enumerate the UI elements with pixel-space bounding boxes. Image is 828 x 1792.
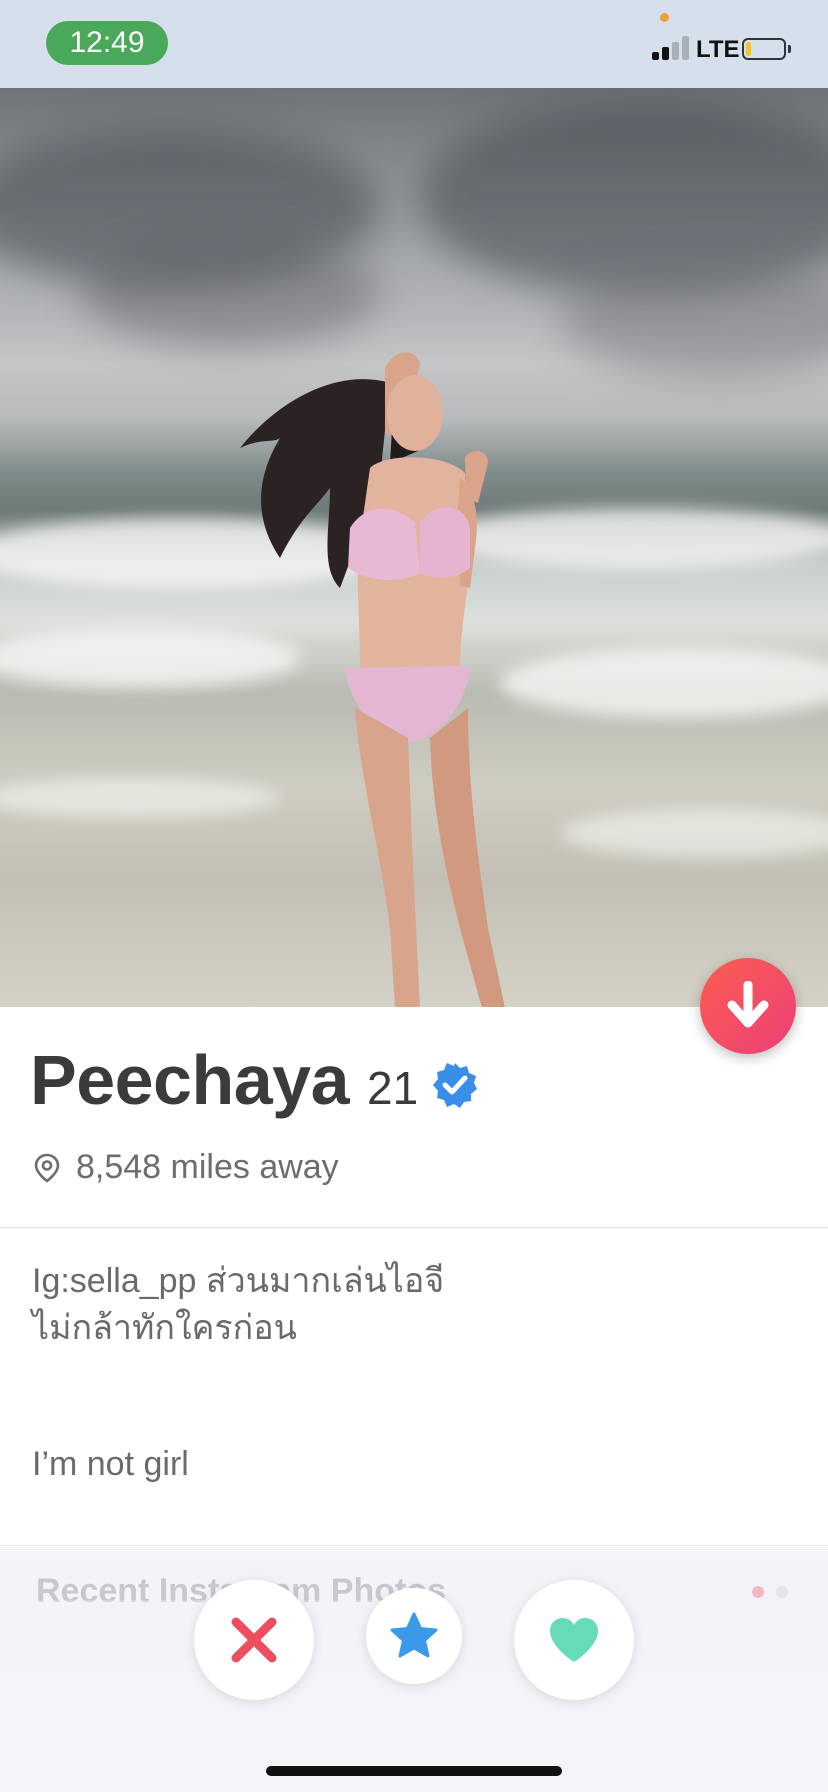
bio-text: Ig:sella_pp ส่วนมากเล่นไอจี ไม่กล้าทักใค… (32, 1258, 732, 1352)
super-like-button[interactable] (366, 1588, 462, 1684)
person-figure (240, 352, 505, 1007)
star-icon (390, 1612, 438, 1658)
bio-line: Ig:sella_pp ส่วนมากเล่นไอจี (32, 1262, 445, 1300)
arrow-down-icon (727, 981, 769, 1028)
profile-photo[interactable] (0, 88, 828, 1007)
battery-icon (742, 38, 786, 60)
like-button[interactable] (514, 1580, 634, 1700)
distance-text: 8,548 miles away (76, 1148, 339, 1186)
open-profile-button[interactable] (700, 958, 796, 1054)
divider (0, 1545, 828, 1546)
page-dot-active (752, 1586, 764, 1598)
x-icon (231, 1617, 277, 1663)
verified-badge-icon (433, 1063, 477, 1108)
nope-button[interactable] (194, 1580, 314, 1700)
privacy-indicator-dot (660, 13, 669, 22)
home-indicator[interactable] (266, 1766, 562, 1776)
location-row: 8,548 miles away (34, 1148, 339, 1187)
bio-extra-text: I’m not girl (32, 1445, 189, 1483)
battery-cap (788, 45, 791, 53)
status-bar: 12:49 LTE (0, 0, 828, 88)
clock-time: 12:49 (46, 21, 168, 65)
network-type: LTE (696, 36, 740, 63)
location-pin-icon (34, 1153, 60, 1183)
page-dot (776, 1586, 788, 1598)
profile-age: 21 (367, 1062, 419, 1114)
heart-icon (550, 1618, 598, 1662)
signal-strength-icon (652, 36, 690, 60)
name-age-row: Peechaya 21 (30, 1040, 418, 1130)
profile-name: Peechaya (30, 1041, 350, 1119)
divider (0, 1227, 828, 1228)
bio-line: ไม่กล้าทักใครก่อน (32, 1309, 297, 1347)
